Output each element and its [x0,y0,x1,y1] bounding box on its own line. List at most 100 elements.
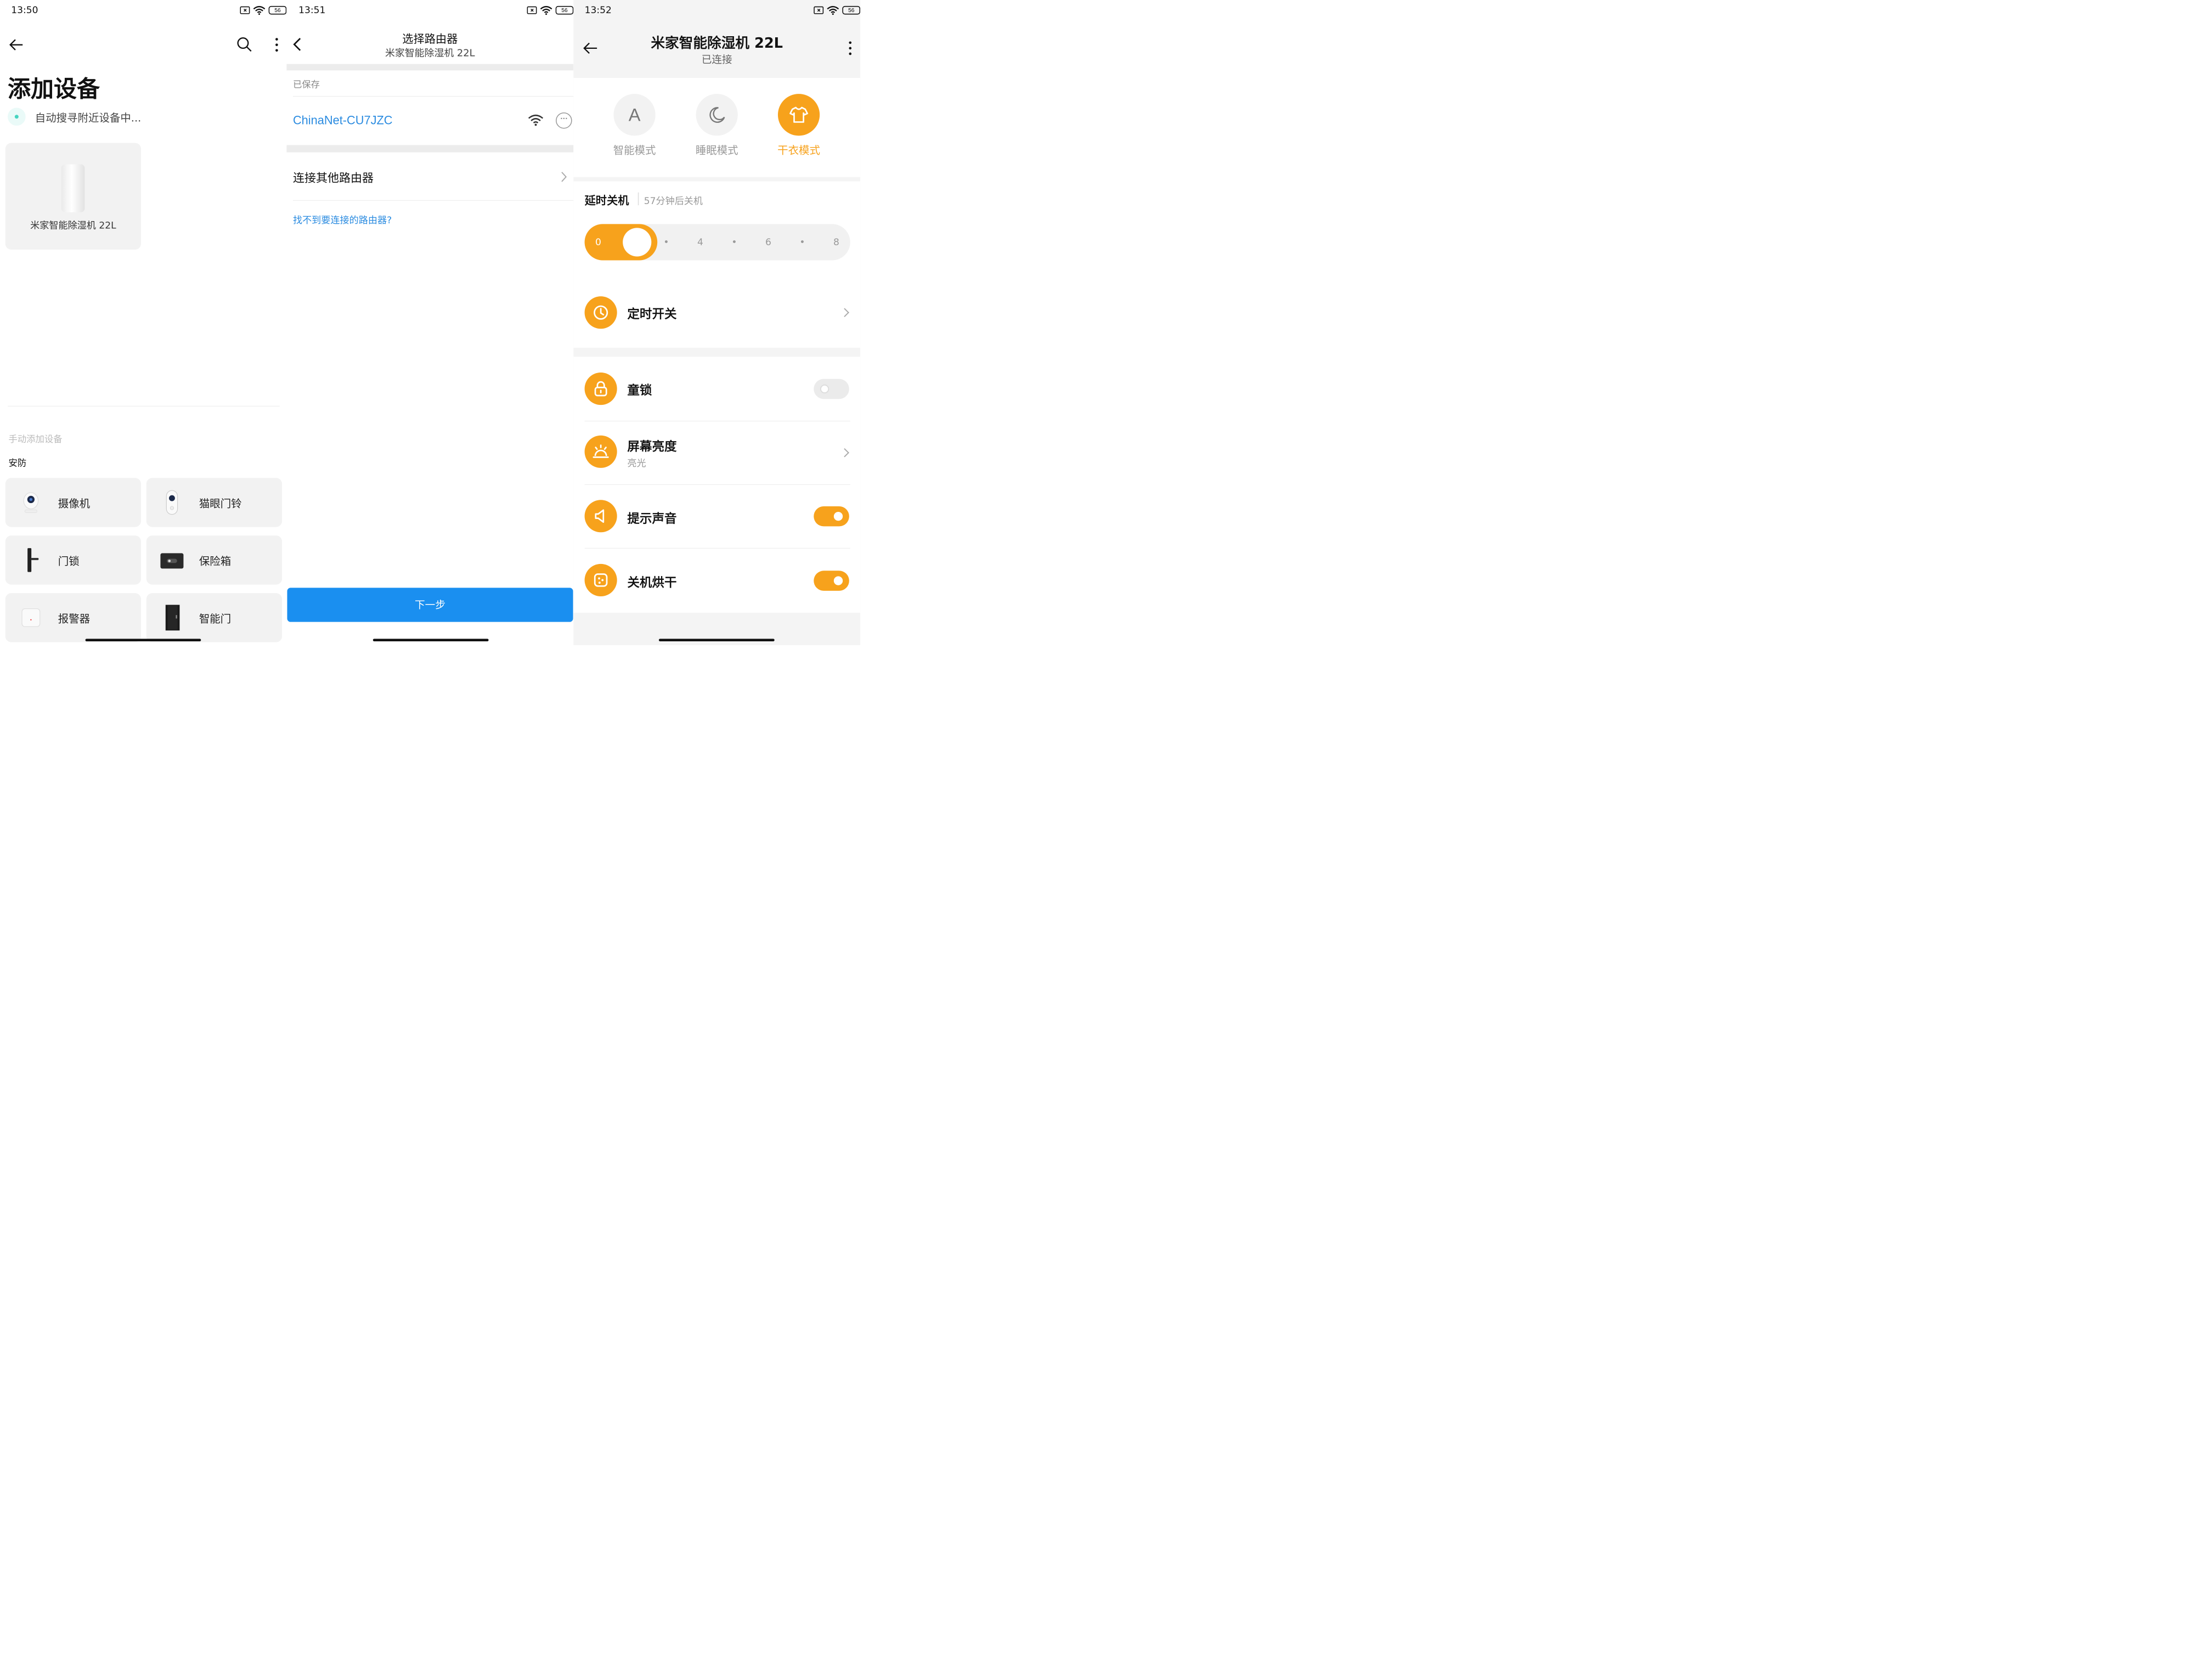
clock-icon [584,296,617,329]
status-icons: 56 [240,5,287,15]
chevron-right-icon [840,308,849,317]
speaker-icon [584,500,617,533]
brightness-value: 亮光 [627,458,646,469]
mode-sleep[interactable]: 睡眠模式 [696,94,738,157]
scanning-indicator-icon [8,108,26,126]
delay-off-slider[interactable]: 02•4•6•8 [584,224,850,261]
wifi-icon [253,5,266,15]
brightness-icon [584,435,617,468]
delay-off-title: 延时关机 [584,194,629,207]
back-arrow-icon[interactable] [8,36,25,53]
child-lock-row: 童锁 [573,367,860,412]
lock-icon [584,373,617,405]
device-camera[interactable]: 摄像机 [5,478,142,527]
add-device-screen: 13:50 56 添加设备 自动搜寻附近设备中... 米家智能除湿机 22L 手… [0,0,287,646]
door-lock-icon [27,548,39,572]
device-title: 米家智能除湿机 22L [651,35,783,52]
divider [637,192,639,206]
delay-off-value: 57分钟后关机 [644,195,703,207]
sim-off-icon [814,6,824,14]
mode-smart[interactable]: A 智能模式 [613,94,656,157]
home-indicator[interactable] [85,639,201,642]
slider-tick: • [799,236,805,248]
mode-label: 智能模式 [613,144,656,157]
smart-mode-icon: A [613,94,656,136]
device-label: 门锁 [58,555,80,568]
device-door-lock[interactable]: 门锁 [5,535,142,585]
wifi-icon [827,5,839,15]
chevron-right-icon [561,172,567,182]
doorbell-icon [166,490,178,515]
next-button[interactable]: 下一步 [287,588,573,622]
more-vertical-icon[interactable] [274,36,280,53]
row-label: 屏幕亮度 [627,439,677,454]
slider-tick: 6 [765,236,771,248]
wifi-icon [540,5,552,15]
device-label: 猫眼门铃 [199,497,242,510]
network-options-icon[interactable]: ··· [556,112,572,129]
found-device-card[interactable]: 米家智能除湿机 22L [5,143,142,250]
select-router-screen: 13:51 56 选择路由器 米家智能除湿机 22L 已保存 ChinaNet-… [286,0,574,646]
router-help-link[interactable]: 找不到要连接的路由器? [293,212,392,226]
divider [292,200,574,201]
moon-icon [696,94,738,136]
section-gap [286,145,574,153]
row-label: 关机烘干 [627,575,677,590]
slider-tick: • [731,236,737,248]
dry-icon [584,563,617,596]
shutdown-dry-toggle[interactable] [814,571,849,591]
more-vertical-icon[interactable] [847,40,854,57]
mode-dry-clothes[interactable]: 干衣模式 [777,94,820,157]
device-safe[interactable]: 保险箱 [146,535,283,585]
screen-brightness-row[interactable]: 屏幕亮度 亮光 [573,421,860,484]
slider-tick: 0 [595,236,601,248]
page-title: 添加设备 [8,76,100,103]
device-control-screen: 13:52 56 米家智能除湿机 22L 已连接 A 智能模式 睡眠模式 干衣模… [573,0,861,646]
device-alarm[interactable]: 报警器 [5,593,142,642]
home-indicator[interactable] [373,639,489,642]
saved-network-row[interactable]: ChinaNet-CU7JZC ··· [286,97,573,145]
alert-sound-row: 提示声音 [573,485,860,548]
category-label: 安防 [8,458,27,469]
device-label: 保险箱 [199,555,232,568]
device-label: 报警器 [58,612,91,625]
status-time: 13:52 [584,4,612,16]
connection-status: 已连接 [701,54,732,66]
chevron-right-icon [840,448,849,458]
mode-label: 干衣模式 [777,144,820,157]
row-label: 定时开关 [627,307,677,321]
device-smart-door[interactable]: 智能门 [146,593,283,642]
device-doorbell[interactable]: 猫眼门铃 [146,478,283,527]
child-lock-toggle[interactable] [814,379,849,399]
search-icon[interactable] [236,36,253,53]
schedule-row[interactable]: 定时开关 [573,291,860,334]
row-label: 童锁 [627,383,652,398]
connect-other-router-row[interactable]: 连接其他路由器 [286,153,573,200]
row-label: 提示声音 [627,511,677,526]
dehumidifier-icon [61,164,85,212]
wifi-signal-icon [528,114,544,126]
manual-add-label: 手动添加设备 [8,433,63,444]
found-device-label: 米家智能除湿机 22L [30,219,116,231]
battery-icon: 56 [268,5,287,15]
shutdown-dry-row: 关机烘干 [573,549,860,613]
battery-icon: 56 [555,5,574,15]
divider [8,405,280,407]
camera-icon [23,492,39,513]
status-time: 13:51 [298,4,326,16]
network-ssid: ChinaNet-CU7JZC [292,113,393,127]
slider-tick: 8 [833,236,839,248]
saved-section-label: 已保存 [292,79,320,90]
status-icons: 56 [527,5,574,15]
slider-tick: • [663,236,669,248]
section-gap [286,64,574,71]
status-icons: 56 [814,5,861,15]
safe-icon [160,553,184,569]
home-indicator[interactable] [658,639,775,642]
alert-sound-toggle[interactable] [814,506,849,527]
status-time: 13:50 [11,4,38,16]
sim-off-icon [527,6,537,14]
slider-handle[interactable] [623,228,652,257]
slider-tick: 4 [697,236,703,248]
scanning-text: 自动搜寻附近设备中... [35,111,142,124]
